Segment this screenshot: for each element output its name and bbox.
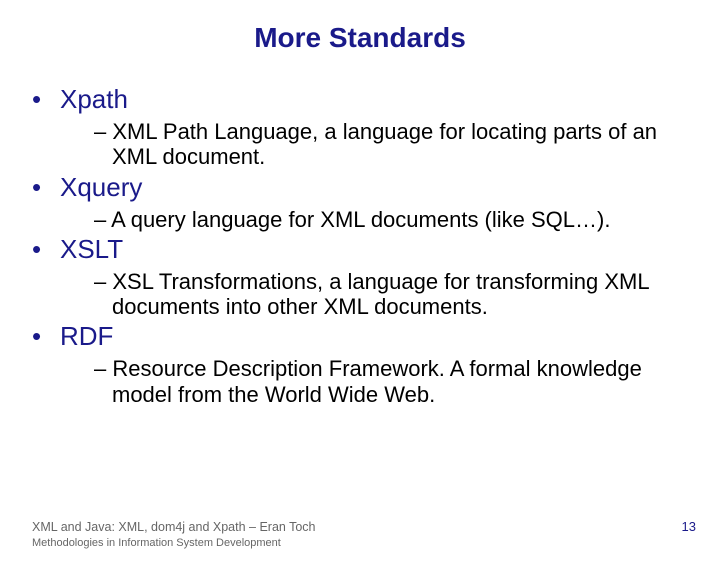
subbullet-rdf-text: Resource Description Framework. A formal… xyxy=(112,356,642,406)
subbullet-rdf: – Resource Description Framework. A form… xyxy=(94,356,696,407)
bullet-xslt-label: XSLT xyxy=(60,234,123,264)
bullet-xpath-label: Xpath xyxy=(60,84,128,114)
footer-line2: Methodologies in Information System Deve… xyxy=(32,536,696,550)
bullet-rdf: •RDF xyxy=(32,321,696,352)
bullet-xslt: •XSLT xyxy=(32,234,696,265)
bullet-xquery-label: Xquery xyxy=(60,172,142,202)
subbullet-xslt-text: XSL Transformations, a language for tran… xyxy=(112,269,649,319)
subbullet-xquery-text: A query language for XML documents (like… xyxy=(111,207,610,232)
subbullet-xquery: – A query language for XML documents (li… xyxy=(94,207,696,232)
subbullet-xslt: – XSL Transformations, a language for tr… xyxy=(94,269,696,320)
bullet-xpath: •Xpath xyxy=(32,84,696,115)
subbullet-xpath-text: XML Path Language, a language for locati… xyxy=(112,119,657,169)
bullet-xquery: •Xquery xyxy=(32,172,696,203)
footer: XML and Java: XML, dom4j and Xpath – Era… xyxy=(32,519,696,550)
footer-line1: XML and Java: XML, dom4j and Xpath – Era… xyxy=(32,519,696,535)
slide-title: More Standards xyxy=(0,22,720,54)
subbullet-xpath: – XML Path Language, a language for loca… xyxy=(94,119,696,170)
slide-content: •Xpath – XML Path Language, a language f… xyxy=(0,84,720,407)
page-number: 13 xyxy=(682,519,696,536)
bullet-rdf-label: RDF xyxy=(60,321,113,351)
